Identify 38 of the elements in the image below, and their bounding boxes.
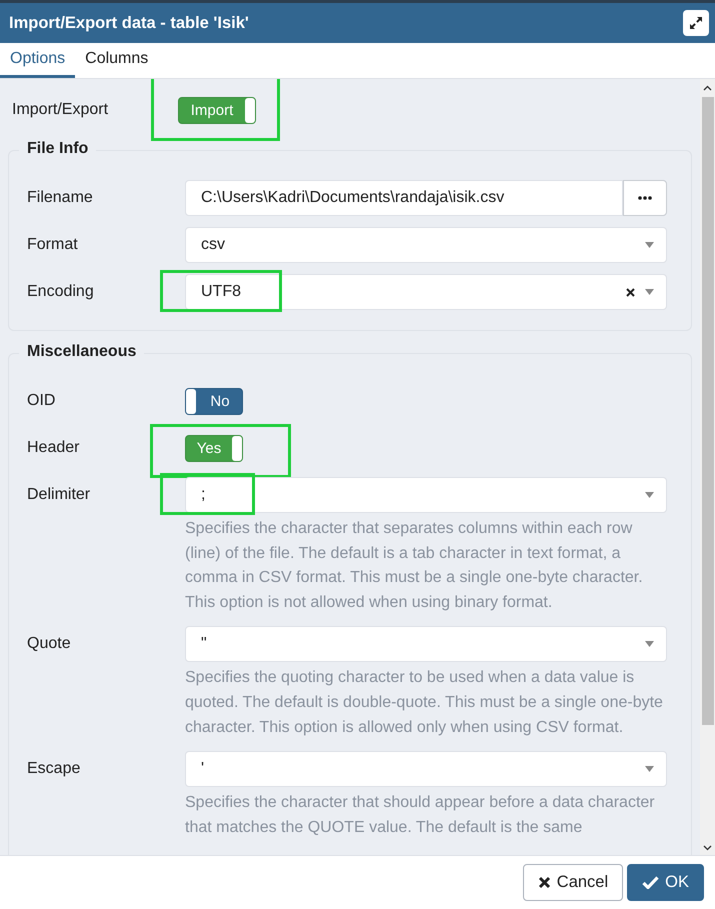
field-label: Filename <box>27 189 94 207</box>
cancel-button[interactable]: Cancel <box>522 864 624 901</box>
caret-icon <box>645 766 654 772</box>
caret-icon <box>645 289 654 295</box>
toggle-switch[interactable]: No <box>185 388 243 414</box>
help-text: Specifies the character that should appear before a data character that matches the QUOTE value. The default is the same <box>185 793 656 838</box>
expand-icon <box>689 16 703 30</box>
field-label: Header <box>27 439 80 457</box>
field-label: Delimiter <box>27 486 92 504</box>
select-field[interactable]: csv <box>185 227 667 263</box>
ok-button[interactable]: OK <box>627 864 704 901</box>
select-field[interactable]: ' <box>185 751 667 788</box>
field-label: Escape <box>27 760 82 778</box>
scroll-down-icon[interactable] <box>703 845 712 851</box>
close-icon <box>538 876 551 889</box>
checkmark-icon <box>642 876 660 889</box>
tab[interactable]: Columns <box>75 43 158 78</box>
scrollbar[interactable] <box>700 79 715 855</box>
field-label: Encoding <box>27 283 95 301</box>
help-text: Specifies the character that separates columns within each row (line) of the file. The default is a tab character in text format, a comma in CSV format. This must be a single one-byte character. This option is not allowed when using binary format. <box>185 519 644 613</box>
select-field[interactable]: UTF8 <box>185 274 667 310</box>
help-text: Specifies the quoting character to be used when a data value is quoted. The default is double-quote. This must be a single one-byte character. This option is allowed only when using CSV format. <box>185 668 664 738</box>
select-field[interactable]: ; <box>185 477 667 513</box>
field-label: Format <box>27 236 79 254</box>
caret-icon <box>645 492 654 498</box>
browse-button[interactable] <box>623 180 667 216</box>
filename-field[interactable]: C:\Users\Kadri\Documents\randaja\isik.csv <box>185 180 623 216</box>
field-label: OID <box>27 392 56 410</box>
field-label: Import/Export <box>12 101 110 119</box>
maximize-button[interactable] <box>683 10 709 36</box>
ellipsis-icon <box>638 196 652 200</box>
caret-icon <box>645 242 654 248</box>
dialog-title: Import/Export data - table 'Isik' <box>9 14 249 32</box>
field-label: Quote <box>27 635 72 654</box>
scroll-up-icon[interactable] <box>703 85 712 91</box>
caret-icon <box>645 641 654 648</box>
select-field[interactable]: " <box>185 626 667 662</box>
clear-icon[interactable] <box>626 288 635 296</box>
